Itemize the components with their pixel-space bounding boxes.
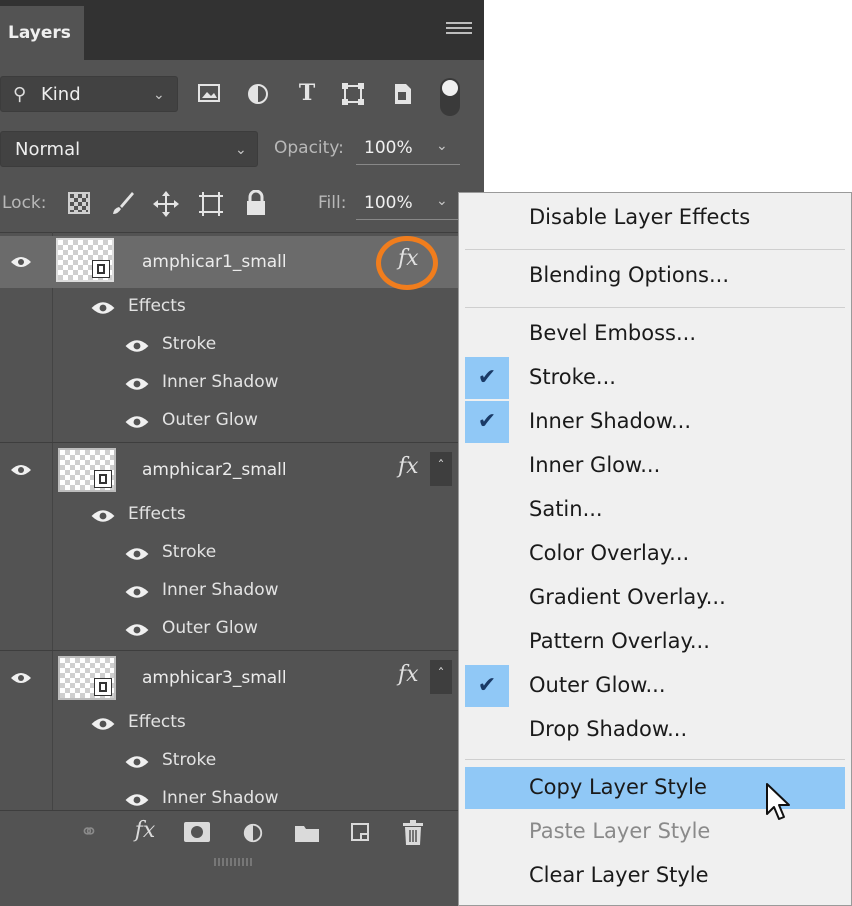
effect-item[interactable]: Stroke [162,750,216,770]
menu-item-bevel-emboss[interactable]: Bevel Emboss... [529,321,696,345]
fx-icon[interactable]: fx [398,662,419,687]
fill-input[interactable]: 100% [364,193,413,213]
effect-item[interactable]: Outer Glow [162,410,258,430]
eye-icon[interactable] [124,754,149,768]
effects-label: Effects [128,296,186,316]
chevron-down-icon: ⌄ [153,87,165,103]
menu-item-clear-layer-style[interactable]: Clear Layer Style [529,863,709,887]
effects-label: Effects [128,712,186,732]
checkmark-icon: ✔ [465,665,509,707]
fill-label: Fill: [318,193,347,213]
menu-item-outer-glow[interactable]: Outer Glow... [529,673,666,697]
menu-item-disable-layer-effects[interactable]: Disable Layer Effects [529,205,750,229]
eye-icon[interactable] [124,584,149,598]
menu-item-paste-layer-style: Paste Layer Style [529,819,711,843]
eye-icon[interactable] [124,622,149,636]
link-layers-icon[interactable]: ⚭ [74,820,104,845]
menu-item-drop-shadow[interactable]: Drop Shadow... [529,717,687,741]
layer-name[interactable]: amphicar2_small [142,460,287,480]
image-filter-icon[interactable] [196,82,222,111]
eye-icon[interactable] [124,414,149,428]
panel-menu-icon[interactable] [446,22,472,38]
checkmark-icon: ✔ [465,357,509,399]
type-filter-icon[interactable]: T [294,80,320,106]
menu-item-gradient-overlay[interactable]: Gradient Overlay... [529,585,726,609]
eye-icon[interactable] [10,254,32,268]
eye-icon[interactable] [124,546,149,560]
menu-item-inner-shadow[interactable]: Inner Shadow... [529,409,691,433]
layer-row[interactable]: amphicar3_small fx ˆ [0,652,484,704]
checkmark-icon: ✔ [465,401,509,443]
effect-item[interactable]: Outer Glow [162,618,258,638]
panel-tab-bar: Layers [0,0,484,60]
fx-icon[interactable]: fx [398,454,419,479]
shape-filter-icon[interactable] [340,82,366,113]
add-layer-style-icon[interactable]: fx [130,818,160,843]
eye-icon[interactable] [90,300,115,314]
search-icon: ⚲ [13,84,27,105]
add-mask-icon[interactable] [184,822,210,842]
layer-name[interactable]: amphicar3_small [142,668,287,688]
filter-toggle-icon[interactable] [440,78,460,116]
effect-item[interactable]: Stroke [162,542,216,562]
chevron-down-icon: ⌄ [235,142,247,158]
filter-kind-label: Kind [41,84,81,105]
layers-bottom-toolbar: ⚭ fx [0,810,484,906]
new-adjustment-layer-icon[interactable] [242,822,264,848]
eye-icon[interactable] [124,376,149,390]
lock-position-icon[interactable] [152,190,180,222]
effect-item[interactable]: Inner Shadow [162,580,279,600]
effect-item[interactable]: Stroke [162,334,216,354]
menu-item-pattern-overlay[interactable]: Pattern Overlay... [529,629,710,653]
menu-item-inner-glow[interactable]: Inner Glow... [529,453,660,477]
smart-object-icon [94,678,112,696]
new-layer-icon[interactable] [350,822,372,848]
eye-icon[interactable] [90,716,115,730]
new-group-icon[interactable] [294,822,320,848]
layer-thumbnail[interactable] [58,448,116,492]
layers-panel: Layers ⚲ Kind ⌄ T Normal ⌄ Opacity: 100%… [0,0,484,906]
smart-object-icon [94,470,112,488]
effects-label: Effects [128,504,186,524]
lock-image-pixels-icon[interactable] [110,190,136,220]
eye-icon[interactable] [124,338,149,352]
opacity-label: Opacity: [274,138,344,158]
lock-transparent-pixels-icon[interactable] [68,192,90,214]
callout-circle [376,236,438,290]
menu-item-copy-layer-style[interactable]: Copy Layer Style [529,775,707,799]
eye-icon[interactable] [10,670,32,684]
smart-object-filter-icon[interactable] [390,82,416,113]
effect-item[interactable]: Inner Shadow [162,372,279,392]
adjustment-filter-icon[interactable] [245,82,271,113]
layer-name[interactable]: amphicar1_small [142,252,287,272]
smart-object-icon [92,260,110,278]
opacity-chevron-icon[interactable]: ⌄ [436,138,448,154]
lock-label: Lock: [2,193,47,213]
filter-kind-dropdown[interactable]: ⚲ Kind ⌄ [0,76,178,112]
menu-item-color-overlay[interactable]: Color Overlay... [529,541,689,565]
effect-item[interactable]: Inner Shadow [162,788,279,808]
opacity-input[interactable]: 100% [364,138,413,158]
layer-row[interactable]: amphicar2_small fx ˆ [0,444,484,496]
mouse-cursor-icon [764,782,794,826]
eye-icon[interactable] [124,792,149,806]
lock-all-icon[interactable] [244,189,268,220]
menu-item-satin[interactable]: Satin... [529,497,603,521]
delete-layer-icon[interactable] [402,820,424,850]
layer-thumbnail[interactable] [58,656,116,700]
menu-item-blending-options[interactable]: Blending Options... [529,263,729,287]
eye-icon[interactable] [90,508,115,522]
menu-item-stroke[interactable]: Stroke... [529,365,616,389]
eye-icon[interactable] [10,462,32,476]
lock-artboard-icon[interactable] [197,190,225,222]
fill-chevron-icon[interactable]: ⌄ [436,193,448,209]
blend-mode-value: Normal [15,139,81,160]
blend-mode-dropdown[interactable]: Normal ⌄ [0,131,258,167]
collapse-effects-icon[interactable]: ˆ [430,660,452,694]
collapse-effects-icon[interactable]: ˆ [430,452,452,486]
resize-grip[interactable] [214,858,254,866]
layer-thumbnail[interactable] [56,238,114,282]
tab-layers[interactable]: Layers [0,6,84,60]
